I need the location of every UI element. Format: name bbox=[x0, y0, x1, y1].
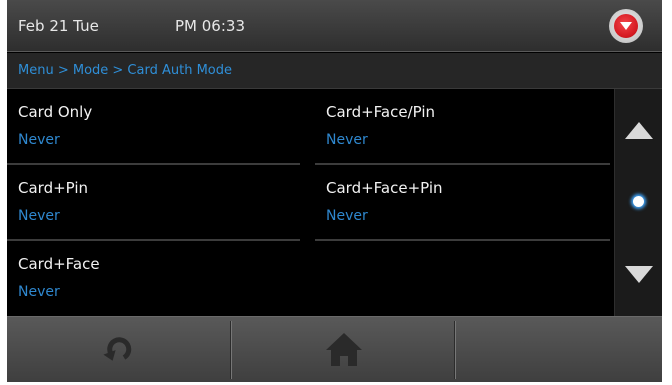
list-item-card-pin[interactable]: Card+Pin Never bbox=[7, 165, 302, 240]
list-item-card-face[interactable]: Card+Face Never bbox=[7, 241, 302, 316]
item-title: Card+Face bbox=[18, 255, 100, 273]
breadcrumb: Menu > Mode > Card Auth Mode bbox=[7, 53, 662, 89]
refresh-icon bbox=[103, 337, 132, 361]
scroll-controls bbox=[614, 89, 662, 316]
item-title: Card+Pin bbox=[18, 179, 89, 197]
breadcrumb-path: Menu > Mode > Card Auth Mode bbox=[18, 63, 232, 78]
home-icon bbox=[326, 333, 362, 366]
auth-mode-list: Card Only Never Card+Pin Never Card+Face… bbox=[7, 89, 614, 316]
list-item-card-only[interactable]: Card Only Never bbox=[7, 89, 302, 164]
status-bar: Feb 21 Tue PM 06:33 bbox=[7, 0, 662, 52]
divider bbox=[315, 239, 610, 241]
alert-dropdown-icon bbox=[614, 14, 638, 38]
list-item-card-face-or-pin[interactable]: Card+Face/Pin Never bbox=[315, 89, 610, 164]
bottom-toolbar bbox=[7, 316, 662, 382]
item-title: Card+Face/Pin bbox=[326, 103, 436, 121]
home-button[interactable] bbox=[232, 317, 454, 382]
item-value: Never bbox=[18, 208, 60, 224]
toolbar-empty-slot bbox=[456, 317, 662, 382]
page-dot-icon bbox=[633, 196, 644, 207]
divider bbox=[7, 239, 300, 241]
arrow-up-icon[interactable] bbox=[625, 122, 653, 139]
divider bbox=[315, 163, 610, 165]
item-value: Never bbox=[326, 132, 368, 148]
status-date: Feb 21 Tue bbox=[18, 17, 99, 35]
item-value: Never bbox=[18, 132, 60, 148]
alert-button[interactable] bbox=[609, 9, 643, 43]
divider bbox=[7, 163, 300, 165]
item-title: Card Only bbox=[18, 103, 93, 121]
arrow-down-icon[interactable] bbox=[625, 266, 653, 283]
item-title: Card+Face+Pin bbox=[326, 179, 443, 197]
list-item-card-face-pin[interactable]: Card+Face+Pin Never bbox=[315, 165, 610, 240]
status-time: PM 06:33 bbox=[175, 17, 245, 35]
device-screen: Feb 21 Tue PM 06:33 Menu > Mode > Card A… bbox=[7, 0, 662, 382]
item-value: Never bbox=[326, 208, 368, 224]
refresh-button[interactable] bbox=[7, 317, 230, 382]
item-value: Never bbox=[18, 284, 60, 300]
